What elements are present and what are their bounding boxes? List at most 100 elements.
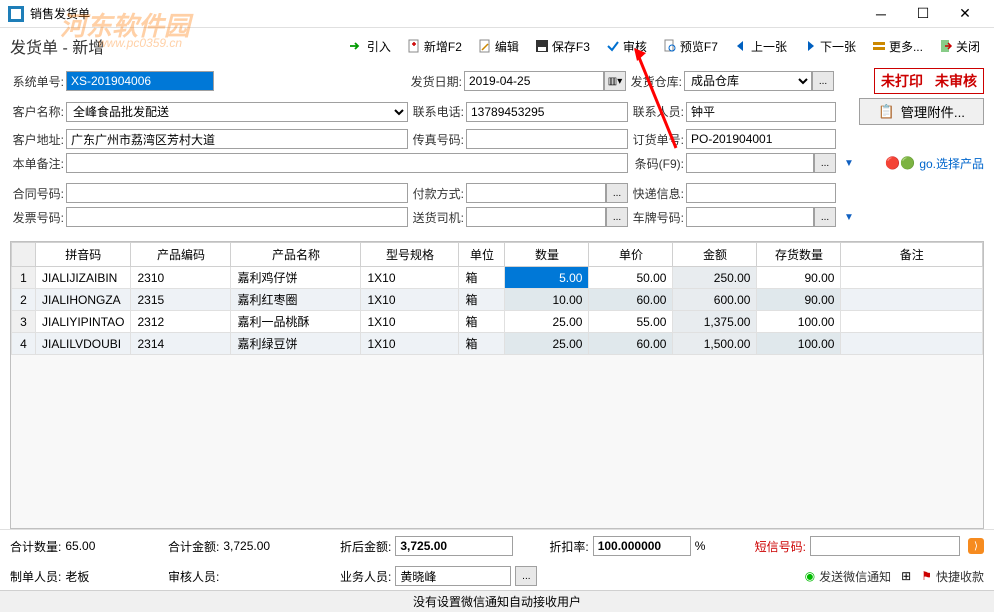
more-button[interactable]: 更多... [868,36,927,57]
cell-pinyin[interactable]: JIALILVDOUBI [36,333,131,355]
cell-name[interactable]: 嘉利一品桃酥 [231,311,361,333]
cell-unit[interactable]: 箱 [459,289,505,311]
cell-remark[interactable] [841,267,983,289]
driver-input[interactable] [466,207,606,227]
table-row[interactable]: 3 JIALIYIPINTAO 2312 嘉利一品桃酥 1X10 箱 25.00… [12,311,983,333]
cell-spec[interactable]: 1X10 [361,311,459,333]
ship-wh-select[interactable]: 成品仓库 [684,71,812,91]
col-spec[interactable]: 型号规格 [361,243,459,267]
express-input[interactable] [686,183,836,203]
edit-button[interactable]: 编辑 [474,36,523,57]
col-amt[interactable]: 金额 [673,243,757,267]
biz-ellipsis[interactable]: ... [515,566,537,586]
contract-input[interactable] [66,183,408,203]
cell-stock[interactable]: 90.00 [757,267,841,289]
quick-collect-button[interactable]: ⚑快捷收款 [921,568,984,585]
grid-area[interactable]: 拼音码 产品编码 产品名称 型号规格 单位 数量 单价 金额 存货数量 备注 1… [10,241,984,529]
cust-addr-input[interactable] [66,129,408,149]
save-button[interactable]: 保存F3 [531,36,594,57]
cell-spec[interactable]: 1X10 [361,289,459,311]
contact-input[interactable] [686,102,836,122]
cell-remark[interactable] [841,311,983,333]
cell-code[interactable]: 2312 [131,311,231,333]
sms-input[interactable] [810,536,960,556]
cell-amt[interactable]: 600.00 [673,289,757,311]
pay-method-input[interactable] [466,183,606,203]
prev-button[interactable]: 上一张 [730,36,791,57]
minimize-button[interactable]: ─ [860,1,902,27]
cell-price[interactable]: 50.00 [589,267,673,289]
close-window-button[interactable]: ✕ [944,1,986,27]
cell-spec[interactable]: 1X10 [361,267,459,289]
cell-amt[interactable]: 1,375.00 [673,311,757,333]
col-code[interactable]: 产品编码 [131,243,231,267]
col-price[interactable]: 单价 [589,243,673,267]
maximize-button[interactable]: ☐ [902,1,944,27]
driver-ellipsis[interactable]: ... [606,207,628,227]
col-unit[interactable]: 单位 [459,243,505,267]
cell-qty[interactable]: 10.00 [505,289,589,311]
cell-price[interactable]: 55.00 [589,311,673,333]
manage-attach-button[interactable]: 📋管理附件... [859,98,984,125]
select-product-link[interactable]: 🔴🟢go.选择产品 [885,155,984,172]
cell-pinyin[interactable]: JIALIJIZAIBIN [36,267,131,289]
cell-price[interactable]: 60.00 [589,333,673,355]
barcode-input[interactable] [686,153,814,173]
next-button[interactable]: 下一张 [799,36,860,57]
row-header[interactable]: 2 [12,289,36,311]
cell-code[interactable]: 2310 [131,267,231,289]
cell-pinyin[interactable]: JIALIHONGZA [36,289,131,311]
cell-qty[interactable]: 25.00 [505,333,589,355]
cell-remark[interactable] [841,333,983,355]
cell-stock[interactable]: 90.00 [757,289,841,311]
close-button[interactable]: 关闭 [935,36,984,57]
col-name[interactable]: 产品名称 [231,243,361,267]
cell-spec[interactable]: 1X10 [361,333,459,355]
cell-pinyin[interactable]: JIALIYIPINTAO [36,311,131,333]
cust-name-select[interactable]: 全峰食品批发配送 [66,102,408,122]
fax-input[interactable] [466,129,628,149]
cell-unit[interactable]: 箱 [459,333,505,355]
cell-name[interactable]: 嘉利鸡仔饼 [231,267,361,289]
col-remark[interactable]: 备注 [841,243,983,267]
plate-ellipsis[interactable]: ... [814,207,836,227]
cell-price[interactable]: 60.00 [589,289,673,311]
table-row[interactable]: 2 JIALIHONGZA 2315 嘉利红枣圈 1X10 箱 10.00 60… [12,289,983,311]
cell-unit[interactable]: 箱 [459,311,505,333]
cell-code[interactable]: 2315 [131,289,231,311]
cell-qty[interactable]: 25.00 [505,311,589,333]
plate-input[interactable] [686,207,814,227]
barcode-dropdown[interactable]: ▼ [844,158,854,169]
row-header[interactable]: 3 [12,311,36,333]
sys-no-input[interactable] [66,71,214,91]
date-picker-button[interactable]: ▥▾ [604,71,626,91]
new-button[interactable]: 新增F2 [403,36,466,57]
row-header[interactable]: 4 [12,333,36,355]
phone-input[interactable] [466,102,628,122]
pay-method-ellipsis[interactable]: ... [606,183,628,203]
table-row[interactable]: 1 JIALIJIZAIBIN 2310 嘉利鸡仔饼 1X10 箱 5.00 5… [12,267,983,289]
rss-icon[interactable]: ⟩ [968,538,984,554]
cell-amt[interactable]: 1,500.00 [673,333,757,355]
invoice-input[interactable] [66,207,408,227]
cell-remark[interactable] [841,289,983,311]
cell-qty[interactable]: 5.00 [505,267,589,289]
cell-code[interactable]: 2314 [131,333,231,355]
cell-stock[interactable]: 100.00 [757,311,841,333]
cell-name[interactable]: 嘉利红枣圈 [231,289,361,311]
col-qty[interactable]: 数量 [505,243,589,267]
discount-amt-input[interactable] [395,536,513,556]
ship-wh-ellipsis[interactable]: ... [812,71,834,91]
col-stock[interactable]: 存货数量 [757,243,841,267]
table-row[interactable]: 4 JIALILVDOUBI 2314 嘉利绿豆饼 1X10 箱 25.00 6… [12,333,983,355]
calc-icon[interactable]: ⊞ [901,569,911,583]
barcode-ellipsis[interactable]: ... [814,153,836,173]
plate-dropdown[interactable]: ▼ [844,212,854,223]
remark-input[interactable] [66,153,628,173]
cell-name[interactable]: 嘉利绿豆饼 [231,333,361,355]
import-button[interactable]: 引入 [346,36,395,57]
ship-date-input[interactable] [464,71,604,91]
wechat-button[interactable]: ◉发送微信通知 [805,568,892,585]
row-header[interactable]: 1 [12,267,36,289]
discount-rate-input[interactable] [593,536,691,556]
